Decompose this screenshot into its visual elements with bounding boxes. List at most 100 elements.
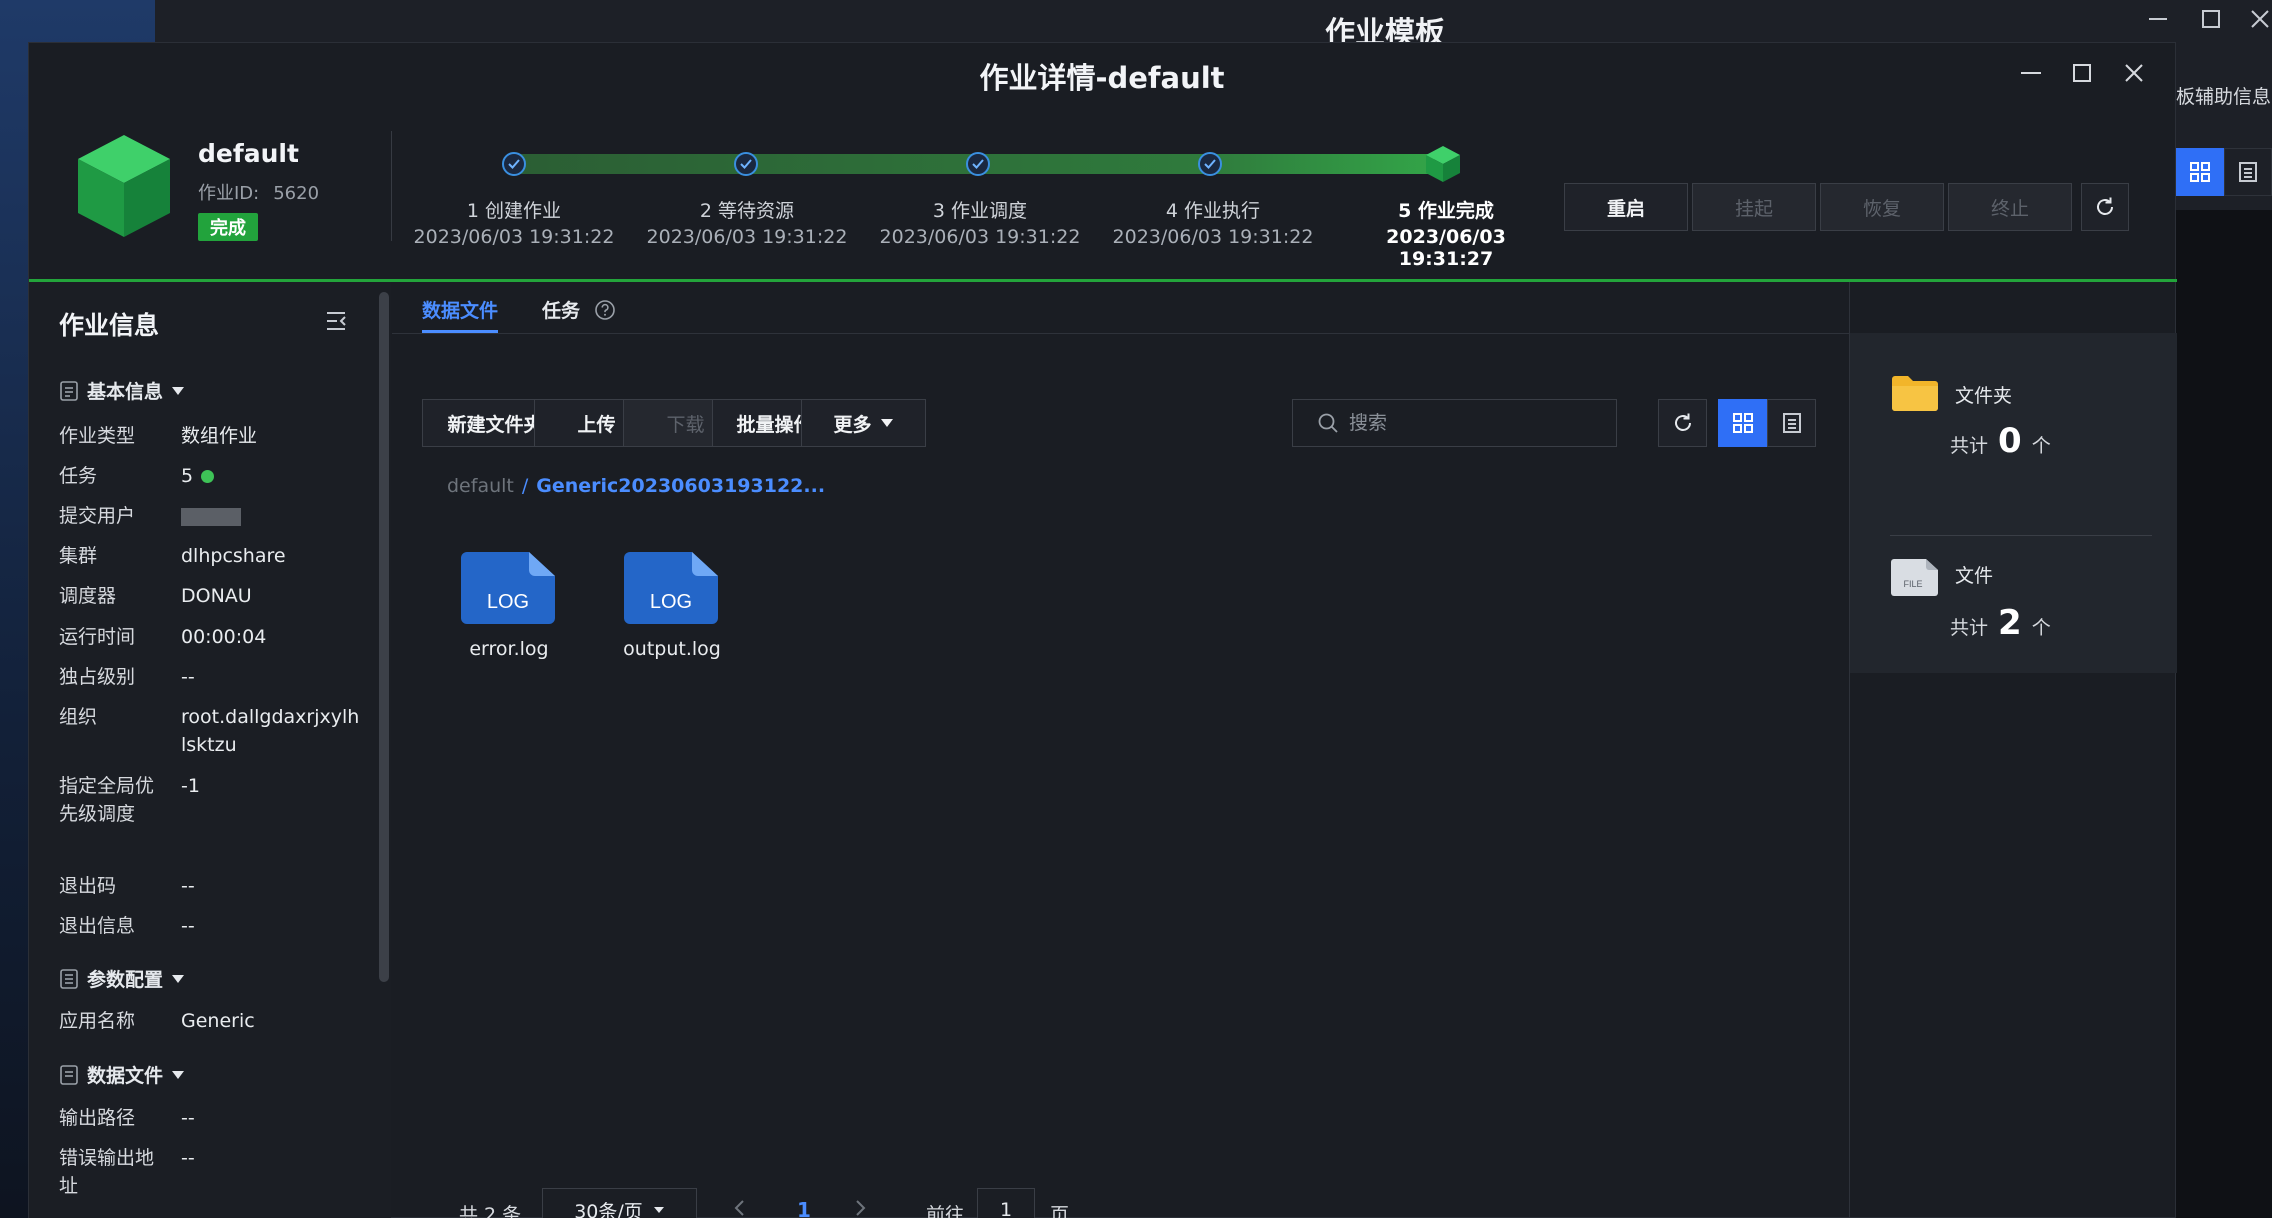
search-box[interactable] — [1292, 399, 1617, 447]
step-3-check-icon — [966, 152, 990, 176]
info-key: 调度器 — [59, 585, 117, 607]
job-id-label: 作业ID: — [198, 183, 260, 204]
background-grid-view-button[interactable] — [2176, 148, 2224, 196]
suspend-button[interactable]: 挂起 — [1692, 183, 1816, 231]
section-params[interactable]: 参数配置 — [59, 965, 185, 992]
refresh-button[interactable] — [1658, 399, 1707, 447]
grid-icon — [1732, 413, 1753, 433]
resume-button[interactable]: 恢复 — [1820, 183, 1944, 231]
list-view-button[interactable] — [1767, 399, 1816, 447]
file-label: 文件 — [1955, 565, 1994, 587]
terminate-button[interactable]: 终止 — [1948, 183, 2072, 231]
file-count-prefix: 共计 — [1950, 617, 1989, 639]
info-value: -- — [181, 666, 195, 688]
panel-scrollbar[interactable] — [379, 292, 389, 982]
info-value: -- — [181, 1147, 195, 1169]
file-badge: LOG — [487, 591, 529, 613]
search-input[interactable] — [1349, 412, 1609, 434]
task-count-value: 5 — [181, 465, 194, 487]
section-params-label: 参数配置 — [87, 969, 164, 991]
section-datafiles[interactable]: 数据文件 — [59, 1061, 185, 1088]
breadcrumb: default / Generic20230603193122... — [447, 475, 825, 497]
info-key: 作业类型 — [59, 425, 136, 447]
log-file-icon: LOG — [624, 552, 718, 624]
folder-count-prefix: 共计 — [1950, 435, 1989, 457]
caret-down-icon — [172, 974, 185, 983]
job-name: default — [198, 139, 299, 168]
info-key: 输出路径 — [59, 1107, 136, 1129]
info-key: 错误输出地址 — [59, 1147, 155, 1197]
info-value: dlhpcshare — [181, 545, 286, 567]
info-value: 数组作业 — [181, 425, 258, 447]
info-key: 提交用户 — [59, 505, 136, 527]
caret-down-icon — [172, 1070, 185, 1079]
step-4-label: 4 作业执行 — [1165, 200, 1261, 222]
page-size-value: 30条/页 — [574, 1200, 643, 1218]
info-value: -1 — [181, 775, 200, 797]
close-icon[interactable] — [2114, 53, 2154, 93]
file-name: output.log — [623, 638, 721, 660]
background-list-view-button[interactable] — [2224, 148, 2272, 196]
folder-count-value: 0 — [1998, 421, 2022, 461]
background-side-label: 板辅助信息 — [2176, 86, 2272, 108]
section-basic-info[interactable]: 基本信息 — [59, 377, 185, 404]
grid-icon — [2190, 162, 2210, 182]
document-icon — [60, 380, 78, 401]
background-maximize-icon[interactable] — [2198, 6, 2224, 39]
breadcrumb-current[interactable]: Generic20230603193122... — [536, 475, 825, 497]
next-page-icon[interactable] — [854, 1198, 868, 1218]
minimize-icon[interactable] — [2011, 53, 2051, 93]
task-count: 5 — [181, 462, 361, 490]
caret-down-icon — [653, 1207, 664, 1213]
caret-down-icon — [172, 386, 185, 395]
header-refresh-button[interactable] — [2081, 183, 2129, 231]
info-value: Generic — [181, 1010, 255, 1032]
file-icon-label: FILE — [1903, 579, 1922, 589]
breadcrumb-root[interactable]: default — [447, 475, 514, 497]
summary-panel: 文件夹 共计 0 个 FILE 文件 共计 2 个 — [1850, 333, 2177, 673]
file-item[interactable]: LOG error.log — [439, 552, 579, 660]
redacted-user — [181, 507, 241, 526]
info-value: -- — [181, 1107, 195, 1129]
page-size-select[interactable]: 30条/页 — [542, 1188, 697, 1218]
step-5-label: 5 作业完成 — [1398, 200, 1494, 222]
list-icon — [2239, 162, 2257, 182]
info-key: 运行时间 — [59, 626, 136, 648]
step-5-cube-icon — [1424, 144, 1462, 188]
tab-tasks[interactable]: 任务 — [542, 296, 616, 323]
info-value: 00:00:04 — [181, 626, 267, 648]
current-page[interactable]: 1 — [797, 1198, 811, 1218]
pagination: 共 2 条 30条/页 1 前往 页 — [392, 1188, 1292, 1218]
info-key: 退出码 — [59, 875, 117, 897]
restart-button[interactable]: 重启 — [1564, 183, 1688, 231]
background-close-icon[interactable] — [2247, 6, 2272, 39]
step-2-time: 2023/06/03 19:31:22 — [646, 226, 848, 248]
step-5-time: 2023/06/03 19:31:27 — [1386, 226, 1506, 270]
grid-view-button[interactable] — [1718, 399, 1767, 447]
tab-data-files[interactable]: 数据文件 — [422, 296, 498, 323]
pagination-total: 共 2 条 — [459, 1204, 522, 1218]
info-value: DONAU — [181, 585, 252, 607]
more-button[interactable]: 更多 — [801, 399, 926, 447]
background-panel — [2176, 210, 2272, 1218]
search-icon — [1318, 413, 1338, 433]
section-datafiles-label: 数据文件 — [87, 1065, 164, 1087]
step-2-check-icon — [734, 152, 758, 176]
folder-count: 共计 0 个 — [1950, 421, 2051, 461]
maximize-icon[interactable] — [2062, 53, 2102, 93]
file-item[interactable]: LOG output.log — [602, 552, 742, 660]
list-icon — [1782, 413, 1801, 433]
file-doc-icon — [60, 1064, 78, 1085]
prev-page-icon[interactable] — [732, 1198, 746, 1218]
collapse-panel-icon[interactable] — [325, 310, 349, 336]
job-id: 作业ID: 5620 — [198, 179, 333, 205]
refresh-icon — [2097, 197, 2113, 215]
goto-label: 前往 — [926, 1204, 965, 1218]
job-info-panel: 作业信息 基本信息 作业类型 数组作业 任务 5 提交用户 集群 dlhpcsh… — [29, 282, 391, 1218]
background-minimize-icon[interactable] — [2145, 6, 2171, 39]
refresh-icon — [1674, 413, 1691, 431]
step-1-label: 1 创建作业 — [466, 200, 562, 222]
info-value: -- — [181, 875, 195, 897]
info-key: 任务 — [59, 465, 98, 487]
goto-page-input[interactable] — [977, 1188, 1035, 1218]
